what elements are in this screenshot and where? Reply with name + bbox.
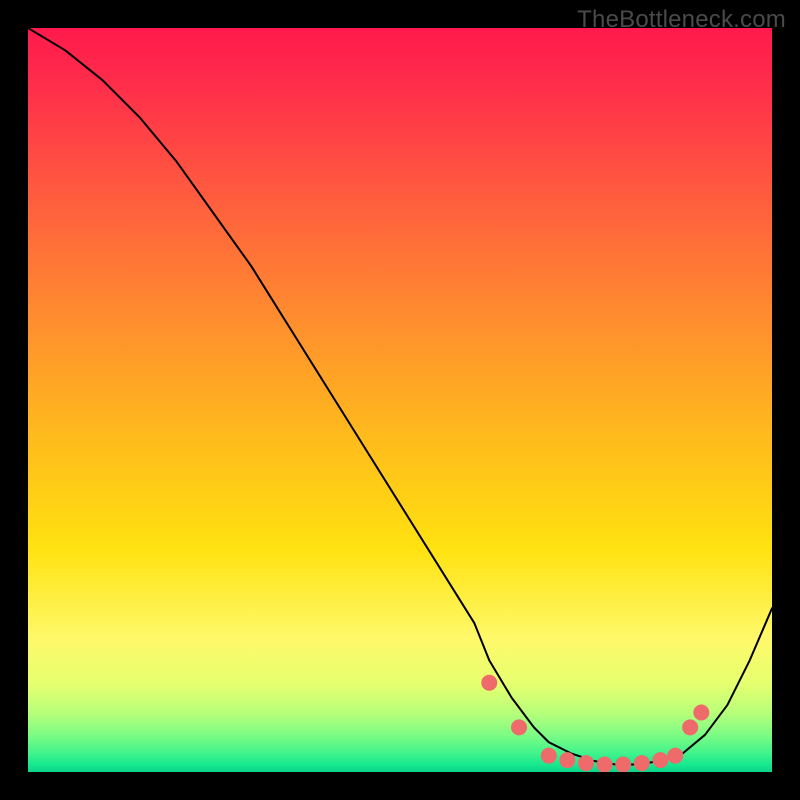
chart-frame: TheBottleneck.com bbox=[0, 0, 800, 800]
plot-area bbox=[28, 28, 772, 772]
marker-dot bbox=[634, 755, 650, 771]
marker-dot bbox=[597, 757, 613, 772]
markers-layer bbox=[481, 675, 709, 772]
marker-dot bbox=[559, 752, 575, 768]
marker-dot bbox=[578, 755, 594, 771]
marker-dot bbox=[693, 704, 709, 720]
marker-dot bbox=[481, 675, 497, 691]
chart-overlay bbox=[28, 28, 772, 772]
marker-dot bbox=[511, 719, 527, 735]
watermark-text: TheBottleneck.com bbox=[577, 6, 786, 34]
marker-dot bbox=[615, 757, 631, 772]
curve-layer bbox=[28, 28, 772, 765]
marker-dot bbox=[682, 719, 698, 735]
bottleneck-curve bbox=[28, 28, 772, 765]
marker-dot bbox=[667, 748, 683, 764]
marker-dot bbox=[541, 748, 557, 764]
marker-dot bbox=[652, 752, 668, 768]
